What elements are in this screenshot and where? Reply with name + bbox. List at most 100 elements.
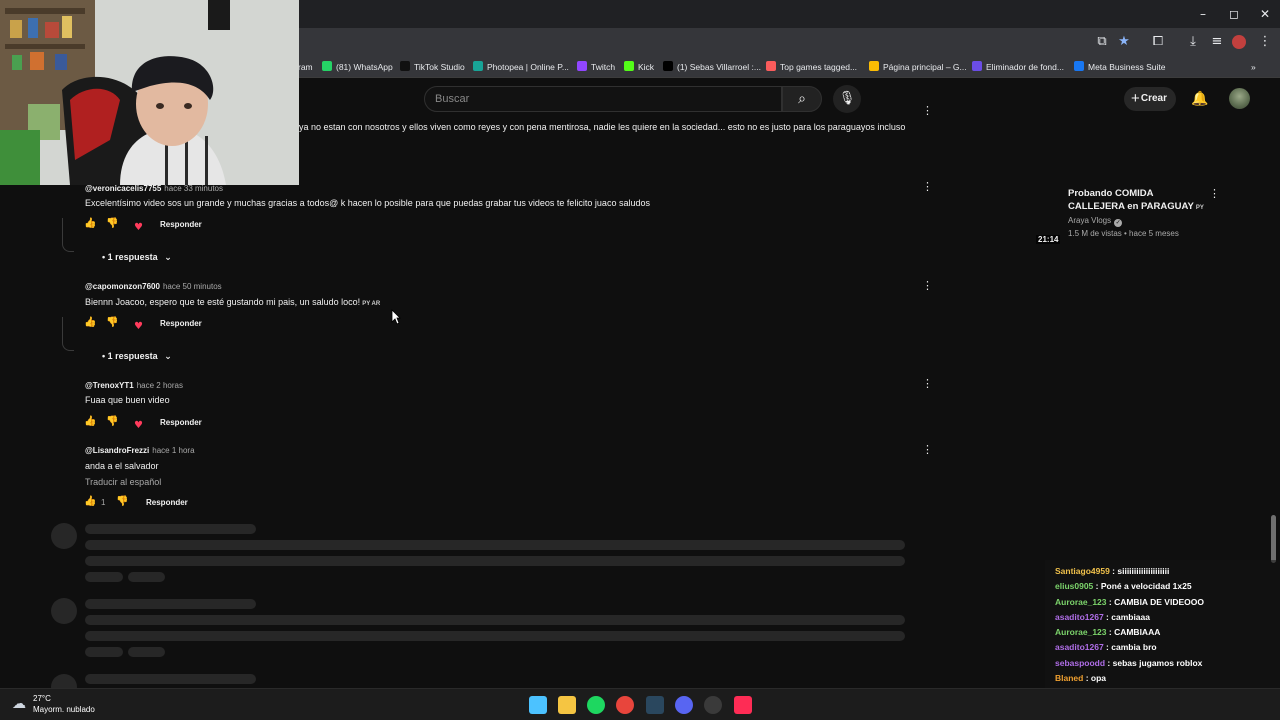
profile-icon[interactable] — [1232, 35, 1246, 49]
chat-message: Santiago4959 : siiiiiiiiiiiiiiiiiiii — [1055, 566, 1170, 576]
obs-icon[interactable] — [704, 696, 722, 714]
reply-button[interactable]: Responder — [160, 220, 202, 229]
discord-icon[interactable] — [675, 696, 693, 714]
menu-icon[interactable]: ⋮ — [1256, 33, 1274, 51]
dislike-icon[interactable]: 👎 — [106, 416, 118, 428]
avatar[interactable] — [1229, 88, 1250, 109]
bookmark-label: Página principal – G... — [883, 62, 967, 72]
creator-heart-icon: ♥ — [134, 222, 143, 233]
view-replies-button[interactable]: • 1 respuesta ⌄ — [102, 351, 172, 362]
chat-message: sebaspoodd : sebas jugamos roblox — [1055, 657, 1203, 668]
bookmark-item[interactable]: Twitch — [577, 59, 615, 75]
chat-text: opa — [1090, 673, 1107, 684]
bookmark-item[interactable]: (81) WhatsApp — [322, 59, 393, 75]
comment-time: hace 2 horas — [136, 381, 183, 390]
notifications-bell-icon[interactable]: 🔔 — [1190, 89, 1210, 109]
like-icon[interactable]: 👍 — [84, 416, 96, 428]
file-explorer-icon[interactable] — [558, 696, 576, 714]
spotify-icon[interactable] — [587, 696, 605, 714]
dislike-icon[interactable]: 👎 — [106, 317, 118, 329]
bookmark-item[interactable]: ram — [298, 59, 313, 75]
like-icon[interactable]: 👍 — [84, 317, 96, 329]
like-icon[interactable]: 👍 — [84, 496, 96, 508]
chat-text: cambia bro — [1111, 642, 1157, 653]
comment-text: Fuaa que buen video — [85, 395, 170, 405]
chat-username: Santiago4959 — [1055, 566, 1110, 576]
reply-button[interactable]: Responder — [160, 319, 202, 328]
bookmark-label: Top games tagged... — [780, 62, 858, 72]
cloud-icon[interactable]: ☁ — [12, 695, 30, 713]
tiktok-live-icon[interactable] — [734, 696, 752, 714]
translate-button[interactable]: Traducir al español — [85, 477, 161, 487]
reply-button[interactable]: Responder — [160, 418, 202, 427]
steam-icon[interactable] — [646, 696, 664, 714]
comment-menu-icon[interactable]: ⋮ — [922, 443, 933, 457]
dislike-icon[interactable]: 👎 — [116, 496, 128, 508]
bookmark-item[interactable]: (1) Sebas Villarroel :... — [663, 59, 761, 75]
more-bookmarks-icon[interactable]: » — [1251, 59, 1256, 75]
comment-author[interactable]: @veronicacelis7755 hace 33 minutos — [85, 184, 223, 193]
bookmark-favicon-icon — [1074, 61, 1084, 71]
microphone-icon[interactable]: 🎙 — [833, 85, 861, 113]
scrollbar[interactable] — [1271, 515, 1276, 563]
cast-icon[interactable]: ⧉ — [1093, 33, 1111, 51]
webcam-overlay — [0, 0, 299, 185]
chat-username: Aurorae_123 — [1055, 627, 1107, 638]
bookmark-item[interactable]: Página principal – G... — [869, 59, 967, 75]
skeleton-avatar — [51, 523, 77, 549]
chat-username: sebaspoodd — [1055, 657, 1106, 668]
chat-username: asadito1267 — [1055, 642, 1104, 653]
comment-text: anda a el salvador — [85, 461, 159, 471]
video-menu-icon[interactable]: ⋮ — [1209, 187, 1220, 201]
bookmark-item[interactable]: Eliminador de fond... — [972, 59, 1064, 75]
skeleton-line — [85, 599, 256, 609]
skeleton-line — [128, 572, 165, 582]
bookmark-favicon-icon — [869, 61, 879, 71]
bookmark-item[interactable]: TikTok Studio — [400, 59, 465, 75]
video-duration: 21:14 — [1036, 235, 1061, 244]
comment-author[interactable]: @LisandroFrezzi hace 1 hora — [85, 446, 195, 455]
bookmark-favicon-icon — [577, 61, 587, 71]
chat-username: Blaned — [1055, 673, 1084, 684]
chevron-down-icon: ⌄ — [164, 253, 172, 263]
maximize-button[interactable]: ◻ — [1219, 4, 1249, 24]
download-icon[interactable]: ⤓ — [1184, 33, 1202, 51]
search-input[interactable]: Buscar — [424, 86, 782, 112]
channel-name[interactable]: Araya Vlogs ✓ — [1068, 216, 1123, 227]
chat-username: elius0905 — [1055, 581, 1094, 592]
like-icon[interactable]: 👍 — [84, 218, 96, 230]
bookmark-label: Twitch — [591, 62, 616, 72]
comment-menu-icon[interactable]: ⋮ — [922, 377, 933, 391]
comment-menu-icon[interactable]: ⋮ — [922, 104, 933, 118]
chat-username: Aurorae_123 — [1055, 596, 1107, 607]
weather-temperature[interactable]: 27°C — [33, 694, 51, 703]
bookmark-item[interactable]: Photopea | Online P... — [473, 59, 569, 75]
chat-text: Poné a velocidad 1x25 — [1100, 581, 1192, 592]
view-replies-button[interactable]: • 1 respuesta ⌄ — [102, 252, 172, 263]
bookmark-item[interactable]: Top games tagged... — [766, 59, 857, 75]
windows-start-icon[interactable] — [529, 696, 547, 714]
search-icon[interactable]: ⌕ — [782, 86, 822, 112]
bookmark-label: (1) Sebas Villarroel :... — [677, 62, 761, 72]
bookmark-label: Photopea | Online P... — [487, 62, 569, 72]
comment-menu-icon[interactable]: ⋮ — [922, 180, 933, 194]
media-controls-icon[interactable]: ≡ — [1208, 33, 1226, 51]
bookmark-item[interactable]: Kick — [624, 59, 654, 75]
extensions-icon[interactable]: ⧠ — [1149, 33, 1167, 51]
bookmark-favicon-icon — [663, 61, 673, 71]
video-title[interactable]: Probando COMIDA CALLEJERA en PARAGUAY PY — [1068, 187, 1208, 215]
skeleton-line — [85, 524, 256, 534]
reply-button[interactable]: Responder — [146, 498, 188, 507]
comment-author[interactable]: @TrenoxYT1 hace 2 horas — [85, 381, 183, 390]
comment-menu-icon[interactable]: ⋮ — [922, 279, 933, 293]
create-button[interactable]: + Crear — [1124, 87, 1176, 111]
weather-description[interactable]: Mayorm. nublado — [33, 705, 95, 714]
close-button[interactable]: ✕ — [1250, 4, 1280, 24]
minimize-button[interactable]: – — [1188, 4, 1218, 24]
bookmark-item[interactable]: Meta Business Suite — [1074, 59, 1165, 75]
bookmark-star-icon[interactable]: ★ — [1115, 33, 1133, 51]
dislike-icon[interactable]: 👎 — [106, 218, 118, 230]
comment-author[interactable]: @capomonzon7600 hace 50 minutos — [85, 282, 222, 291]
bookmark-label: Kick — [638, 62, 655, 72]
chrome-icon[interactable] — [616, 696, 634, 714]
